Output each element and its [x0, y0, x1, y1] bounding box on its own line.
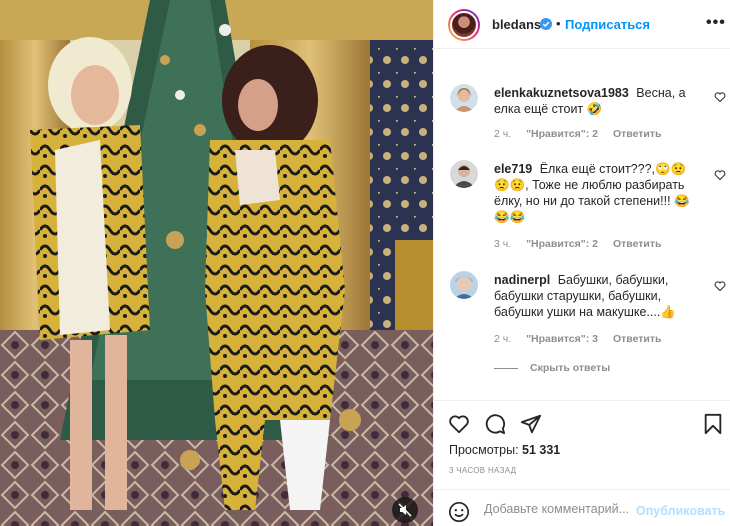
like-comment-heart-icon[interactable] [714, 91, 726, 103]
reply-button[interactable]: Ответить [613, 238, 662, 250]
hide-replies-label: Скрыть ответы [530, 362, 611, 374]
hide-replies-button[interactable]: Скрыть ответы [494, 362, 610, 374]
add-comment-bar: Опубликовать [434, 489, 730, 526]
comment-avatar[interactable] [450, 271, 478, 299]
post-video[interactable] [0, 0, 433, 526]
comment-avatar[interactable] [450, 84, 478, 112]
reply-button[interactable]: Ответить [613, 333, 662, 345]
comment-text: ele719 Ёлка ещё стоит???,🙄😟😟😟, Тоже не л… [494, 161, 694, 225]
comment-username[interactable]: ele719 [494, 162, 532, 176]
comment-likes[interactable]: "Нравится": 2 [526, 128, 598, 140]
comment-likes[interactable]: "Нравится": 2 [526, 238, 598, 250]
post-header: bledans • Подписаться ••• [434, 0, 730, 49]
verified-badge-icon [540, 18, 552, 30]
comment-time[interactable]: 2 ч. [494, 333, 511, 345]
comment-meta: 2 ч. "Нравится": 3 Ответить [494, 333, 673, 345]
action-bar [434, 400, 730, 440]
comment-meta: 2 ч. "Нравится": 2 Ответить [494, 128, 673, 140]
publish-button[interactable]: Опубликовать [636, 504, 725, 518]
comment-username[interactable]: elenkakuznetsova1983 [494, 86, 629, 100]
comment-text: elenkakuznetsova1983 Весна, а елка ещё с… [494, 85, 694, 117]
follow-button[interactable]: Подписаться [565, 17, 650, 32]
author-username[interactable]: bledans [492, 17, 541, 32]
comments-list[interactable]: elenkakuznetsova1983 Весна, а елка ещё с… [434, 50, 730, 399]
comment-time[interactable]: 3 ч. [494, 238, 511, 250]
mute-button[interactable] [392, 497, 418, 523]
comment-avatar[interactable] [450, 160, 478, 188]
reply-button[interactable]: Ответить [613, 128, 662, 140]
comment-icon[interactable] [484, 413, 506, 435]
views-count[interactable]: Просмотры: 51 331 [449, 443, 560, 457]
comment-meta: 3 ч. "Нравится": 2 Ответить [494, 238, 673, 250]
video-frame [0, 0, 433, 526]
avatar[interactable] [448, 9, 480, 41]
post-panel: bledans • Подписаться ••• elenkakuznetso… [433, 0, 730, 526]
mute-icon [398, 503, 412, 517]
heart-icon[interactable] [448, 413, 470, 435]
views-value: 51 331 [522, 443, 561, 457]
separator-dot: • [556, 16, 561, 31]
comment-likes[interactable]: "Нравится": 3 [526, 333, 598, 345]
post-timestamp[interactable]: 3 ЧАСОВ НАЗАД [449, 466, 516, 475]
hide-replies-line [494, 367, 518, 369]
paper-plane-icon[interactable] [520, 413, 542, 435]
more-options-button[interactable]: ••• [706, 14, 726, 32]
comment-username[interactable]: nadinerpl [494, 273, 550, 287]
comment-time[interactable]: 2 ч. [494, 128, 511, 140]
comment-input[interactable] [484, 499, 634, 519]
smiley-icon[interactable] [448, 501, 470, 523]
like-comment-heart-icon[interactable] [714, 169, 726, 181]
like-comment-heart-icon[interactable] [714, 280, 726, 292]
comment-text: nadinerpl Бабушки, бабушки, бабушки стар… [494, 272, 694, 320]
bookmark-icon[interactable] [702, 413, 724, 435]
views-label: Просмотры: [449, 443, 519, 457]
